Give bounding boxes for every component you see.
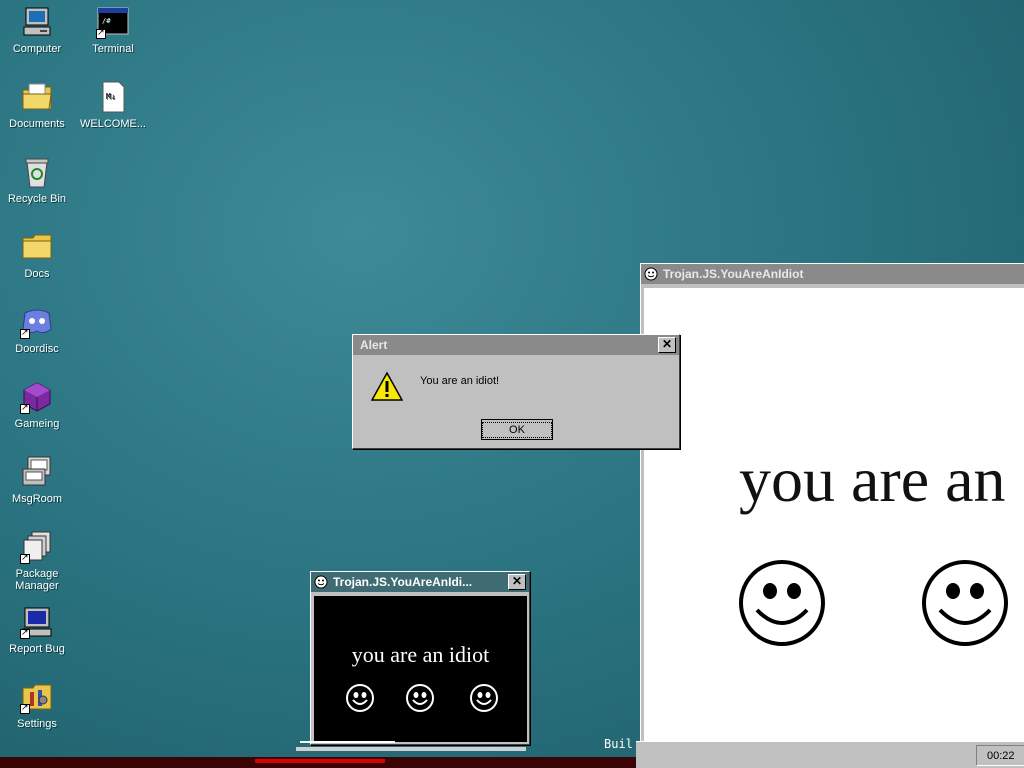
glitched-taskbar-area <box>0 741 640 768</box>
big-window-text: you are an <box>739 444 1006 515</box>
desktop-icon-msgroom[interactable]: MsgRoom <box>0 455 74 505</box>
close-icon: ✕ <box>661 337 673 351</box>
desktop-icon-label: Settings <box>17 718 57 730</box>
desktop-icon-doordisc[interactable]: Doordisc <box>0 305 74 355</box>
small-trojan-window[interactable]: Trojan.JS.YouAreAnIdi... ✕ you are an id… <box>310 571 530 745</box>
game-cube-icon <box>20 380 54 414</box>
document-file-icon: M↓ <box>96 80 130 114</box>
desktop-icon-label: Documents <box>9 118 65 130</box>
system-tray[interactable]: 00:22 <box>976 745 1024 766</box>
alert-close-button[interactable]: ✕ <box>658 337 676 353</box>
alert-dialog[interactable]: Alert ✕ You are an idiot! OK <box>352 334 680 449</box>
small-window-close-button[interactable]: ✕ <box>508 574 526 590</box>
small-window-content: you are an idiot <box>314 596 527 742</box>
build-text: Buil <box>604 737 633 751</box>
documents-folder-icon <box>20 80 54 114</box>
desktop-icon-recycle-bin[interactable]: Recycle Bin <box>0 155 74 205</box>
big-window-title: Trojan.JS.YouAreAnIdiot <box>663 267 804 281</box>
desktop-icon-documents[interactable]: Documents <box>0 80 74 130</box>
doordisc-icon <box>20 305 54 339</box>
desktop-icon-settings[interactable]: Settings <box>0 680 74 730</box>
computer-icon <box>20 5 54 39</box>
glitch-artifact <box>255 759 385 763</box>
alert-titlebar[interactable]: Alert ✕ <box>353 335 679 355</box>
desktop-icon-docs[interactable]: Docs <box>0 230 74 280</box>
terminal-icon: /# <box>96 5 130 39</box>
ok-button-label: OK <box>482 421 552 438</box>
desktop-icon-gameing[interactable]: Gameing <box>0 380 74 430</box>
warning-icon <box>371 371 403 401</box>
smiley-face-icon <box>406 684 434 712</box>
smiley-face-icon <box>922 560 1008 646</box>
desktop-icon-label: Terminal <box>92 43 134 55</box>
small-window-titlebar[interactable]: Trojan.JS.YouAreAnIdi... ✕ <box>311 572 529 592</box>
desktop-icon-label: Recycle Bin <box>7 193 67 205</box>
small-window-title: Trojan.JS.YouAreAnIdi... <box>333 575 473 589</box>
desktop-icon-label: Computer <box>12 43 62 55</box>
smiley-icon <box>314 575 328 589</box>
alert-message: You are an idiot! <box>420 375 500 387</box>
big-trojan-window[interactable]: Trojan.JS.YouAreAnIdiot you are an <box>640 263 1024 745</box>
package-manager-icon <box>20 530 54 564</box>
desktop-icon-package-manager[interactable]: Package Manager <box>0 530 74 592</box>
recycle-bin-icon <box>20 155 54 189</box>
glitch-artifact <box>300 741 395 743</box>
desktop-icon-welcome[interactable]: M↓ WELCOME... <box>76 80 150 130</box>
desktop-icon-label: Docs <box>24 268 50 280</box>
glitch-artifact <box>296 747 526 751</box>
big-window-titlebar[interactable]: Trojan.JS.YouAreAnIdiot <box>641 264 1024 284</box>
ok-button[interactable]: OK <box>481 419 553 440</box>
taskbar: 00:22 <box>636 741 1024 768</box>
desktop-icon-label: Doordisc <box>15 343 59 355</box>
smiley-face-icon <box>739 560 825 646</box>
smiley-face-icon <box>470 684 498 712</box>
desktop-icon-label: WELCOME... <box>79 118 146 130</box>
folder-icon <box>20 230 54 264</box>
smiley-face-icon <box>346 684 374 712</box>
big-window-content: you are an <box>644 288 1024 744</box>
smiley-icon <box>644 267 658 281</box>
svg-text:/#: /# <box>102 17 111 25</box>
desktop-icon-label: MsgRoom <box>11 493 63 505</box>
desktop-icon-label: Package Manager <box>15 568 59 592</box>
close-icon: ✕ <box>511 574 523 588</box>
desktop-icon-label: Gameing <box>14 418 60 430</box>
alert-title: Alert <box>360 338 388 352</box>
desktop-icon-label: Report Bug <box>9 643 65 655</box>
clock: 00:22 <box>987 750 1015 762</box>
settings-icon <box>20 680 54 714</box>
desktop-icon-computer[interactable]: Computer <box>0 5 74 55</box>
report-bug-icon <box>20 605 54 639</box>
desktop-icon-terminal[interactable]: /# Terminal <box>76 5 150 55</box>
small-window-text: you are an idiot <box>351 642 490 667</box>
svg-text:M↓: M↓ <box>106 92 116 101</box>
msgroom-icon <box>20 455 54 489</box>
desktop-icon-report-bug[interactable]: Report Bug <box>0 605 74 655</box>
